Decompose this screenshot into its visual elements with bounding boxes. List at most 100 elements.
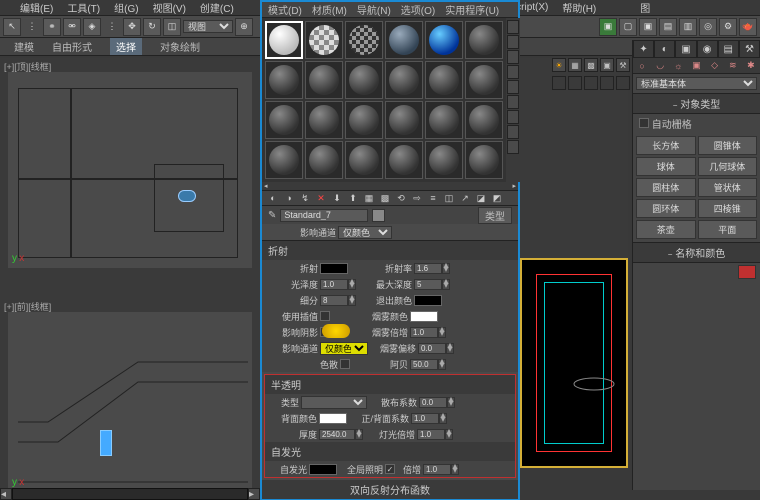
mat-slot-12[interactable] bbox=[465, 61, 503, 99]
opt-icon[interactable]: ≡ bbox=[426, 191, 440, 205]
mat-slot-1[interactable] bbox=[265, 21, 303, 59]
go-icon[interactable]: ⇨ bbox=[410, 191, 424, 205]
ch2-dropdown[interactable]: 仅颜色 bbox=[320, 342, 368, 355]
mat-menu-material[interactable]: 材质(M) bbox=[312, 2, 347, 17]
hammer-icon[interactable]: ⚒ bbox=[616, 58, 630, 72]
create-tab-icon[interactable]: ✦ bbox=[633, 40, 654, 58]
abbe-input[interactable] bbox=[410, 359, 438, 370]
menu-other[interactable]: 图 bbox=[640, 0, 650, 15]
link-icon[interactable]: ⚭ bbox=[43, 18, 61, 36]
refract-swatch[interactable] bbox=[320, 263, 348, 274]
mat-slot-13[interactable] bbox=[265, 101, 303, 139]
side-btn-2[interactable] bbox=[507, 35, 519, 49]
menu-edit[interactable]: 编辑(E) bbox=[20, 0, 53, 15]
unlink-icon[interactable]: ⚮ bbox=[63, 18, 81, 36]
viewport-top[interactable]: y x bbox=[8, 72, 252, 268]
ri5-icon[interactable] bbox=[616, 76, 630, 90]
geom-icon[interactable]: ○ bbox=[633, 58, 651, 73]
objtype-header[interactable]: − 对象类型 bbox=[633, 93, 760, 114]
mat-slot-21[interactable] bbox=[345, 141, 383, 179]
teapot-icon[interactable]: 🫖 bbox=[739, 18, 757, 36]
torus-button[interactable]: 圆环体 bbox=[636, 199, 696, 218]
back-swatch[interactable] bbox=[319, 413, 347, 424]
ior-input[interactable] bbox=[414, 263, 442, 274]
put-mat-icon[interactable]: ◑ bbox=[282, 191, 296, 205]
viewport-persp[interactable] bbox=[520, 258, 628, 468]
affect-ch-dropdown[interactable]: 仅颜色 bbox=[338, 226, 392, 239]
mat-slot-20[interactable] bbox=[305, 141, 343, 179]
side-btn-9[interactable] bbox=[507, 140, 519, 154]
mat-type-button[interactable]: 类型 bbox=[478, 207, 512, 224]
menu-group[interactable]: 组(G) bbox=[114, 0, 138, 15]
tool6-icon[interactable]: ⚙ bbox=[719, 18, 737, 36]
get-mat-icon[interactable]: ◐ bbox=[266, 191, 280, 205]
viewport-front[interactable]: y x bbox=[8, 312, 252, 492]
tool2-icon[interactable]: ▣ bbox=[639, 18, 657, 36]
mat-type-picker[interactable] bbox=[372, 209, 385, 222]
move-icon[interactable]: ✥ bbox=[123, 18, 141, 36]
mat-slot-14[interactable] bbox=[305, 101, 343, 139]
ri4-icon[interactable] bbox=[600, 76, 614, 90]
side-btn-7[interactable] bbox=[507, 110, 519, 124]
autogrid-checkbox[interactable] bbox=[639, 118, 649, 128]
fogbias-input[interactable] bbox=[418, 343, 446, 354]
ribbon-paint[interactable]: 对象绘制 bbox=[160, 39, 200, 54]
obj-shape[interactable] bbox=[178, 190, 196, 202]
eyedrop-icon[interactable]: ✎ bbox=[268, 210, 276, 221]
refraction-header[interactable]: 折射 bbox=[262, 241, 518, 260]
mat-slot-19[interactable] bbox=[265, 141, 303, 179]
shadow-checkbox[interactable] bbox=[320, 327, 330, 337]
gloss-input[interactable] bbox=[320, 279, 348, 290]
tea-button[interactable]: 茶壶 bbox=[636, 220, 696, 239]
display-tab-icon[interactable]: ▤ bbox=[718, 40, 739, 58]
mt15-icon[interactable]: ◩ bbox=[490, 191, 504, 205]
cyl-button[interactable]: 圆柱体 bbox=[636, 178, 696, 197]
light2-icon[interactable]: ☼ bbox=[669, 58, 687, 73]
mat-slot-18[interactable] bbox=[465, 101, 503, 139]
obj-lamp[interactable] bbox=[100, 430, 112, 456]
show2-icon[interactable]: ▩ bbox=[378, 191, 392, 205]
nav-icon[interactable]: ⟲ bbox=[394, 191, 408, 205]
namecolor-header[interactable]: − 名称和颜色 bbox=[633, 242, 760, 263]
sys-icon[interactable]: ✱ bbox=[742, 58, 760, 73]
ri2-icon[interactable] bbox=[568, 76, 582, 90]
scroll-right-icon[interactable]: ▸ bbox=[512, 182, 516, 190]
helper-icon[interactable]: ◇ bbox=[706, 58, 724, 73]
depth-input[interactable] bbox=[414, 279, 442, 290]
interp-checkbox[interactable] bbox=[320, 311, 330, 321]
side-btn-3[interactable] bbox=[507, 50, 519, 64]
ref-coord-dropdown[interactable]: 视图 bbox=[183, 20, 233, 33]
box-button[interactable]: 长方体 bbox=[636, 136, 696, 155]
material-name-input[interactable] bbox=[280, 209, 368, 222]
side-btn-5[interactable] bbox=[507, 80, 519, 94]
pyr-button[interactable]: 四棱锥 bbox=[698, 199, 758, 218]
hier-tab-icon[interactable]: ▣ bbox=[675, 40, 696, 58]
mat-slot-10[interactable] bbox=[385, 61, 423, 99]
thick-input[interactable] bbox=[319, 429, 355, 440]
mat-slot-15[interactable] bbox=[345, 101, 383, 139]
tube-button[interactable]: 管状体 bbox=[698, 178, 758, 197]
bind-icon[interactable]: ◈ bbox=[83, 18, 101, 36]
tool3-icon[interactable]: ▤ bbox=[659, 18, 677, 36]
side-btn-1[interactable] bbox=[507, 20, 519, 34]
scatter-input[interactable] bbox=[419, 397, 447, 408]
tool1-icon[interactable]: ▢ bbox=[619, 18, 637, 36]
side-btn-6[interactable] bbox=[507, 95, 519, 109]
ri1-icon[interactable] bbox=[552, 76, 566, 90]
mult-input[interactable] bbox=[423, 464, 451, 475]
sphere-button[interactable]: 球体 bbox=[636, 157, 696, 176]
shape-icon[interactable]: ◡ bbox=[651, 58, 669, 73]
brdf-header[interactable]: 双向反射分布函数 bbox=[262, 480, 518, 499]
ribbon-freeform[interactable]: 自由形式 bbox=[52, 39, 92, 54]
tool4-icon[interactable]: ▥ bbox=[679, 18, 697, 36]
panel-icon[interactable]: ▦ bbox=[568, 58, 582, 72]
sun-icon[interactable]: ☀ bbox=[552, 58, 566, 72]
mat-slot-6[interactable] bbox=[465, 21, 503, 59]
mat-menu-options[interactable]: 选项(O) bbox=[401, 2, 435, 17]
mat-slot-2[interactable] bbox=[305, 21, 343, 59]
make-icon[interactable]: ⬇ bbox=[330, 191, 344, 205]
subdiv-input[interactable] bbox=[320, 295, 348, 306]
show-icon[interactable]: ▦ bbox=[362, 191, 376, 205]
mat-menu-mode[interactable]: 模式(D) bbox=[268, 2, 302, 17]
ri3-icon[interactable] bbox=[584, 76, 598, 90]
